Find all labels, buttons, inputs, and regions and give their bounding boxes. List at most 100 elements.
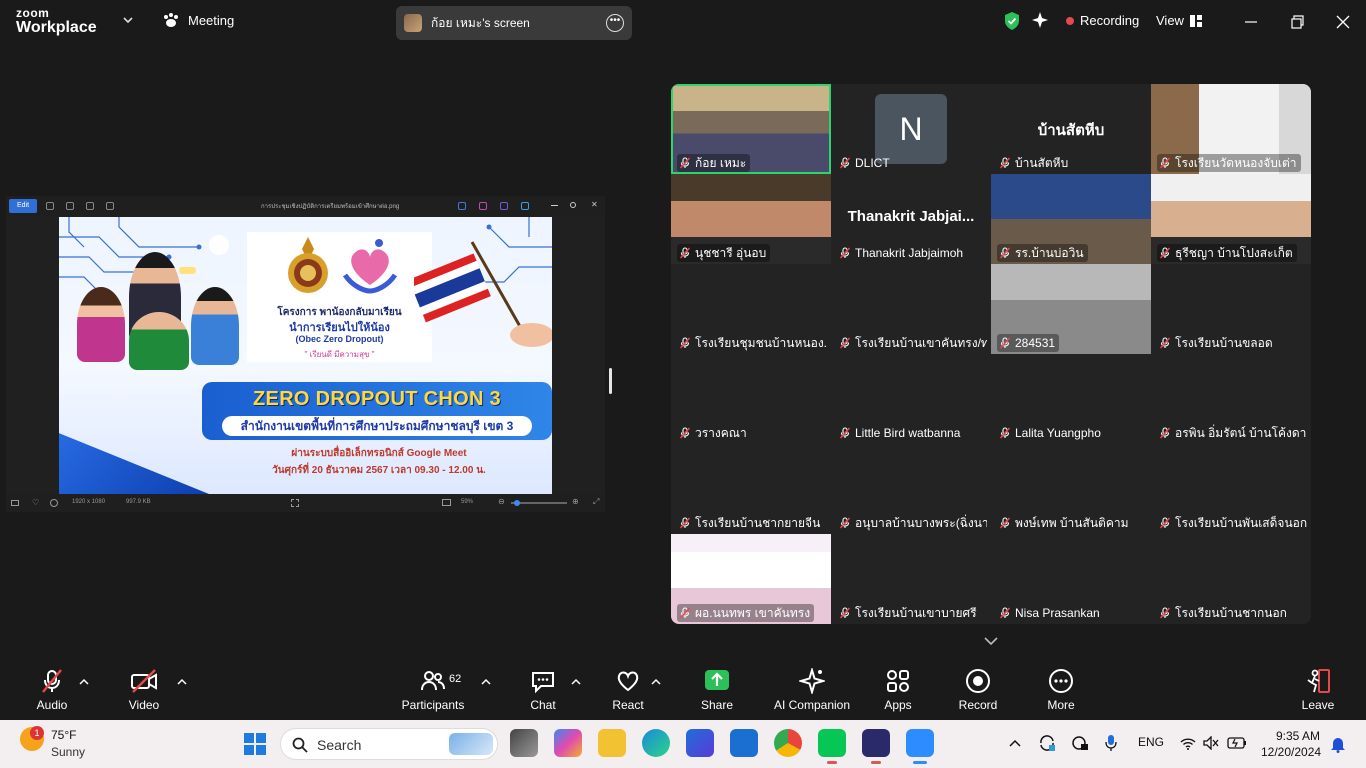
minimize-icon[interactable] [1239,10,1263,34]
participants-caret-icon[interactable] [481,678,491,686]
sync-icon[interactable] [1038,734,1056,752]
vpn-icon[interactable] [1071,735,1089,751]
favorite-icon[interactable] [86,202,94,210]
participant-tile[interactable]: อรพิน อิ่มรัตน์ บ้านโค้งดารา [1151,354,1311,444]
participant-tile[interactable]: ธุรีชญา บ้านโปงสะเก็ต [1151,174,1311,264]
gallery-next-page-icon[interactable] [983,633,999,649]
participant-tile[interactable]: Thanakrit Jabjai... Thanakrit Jabjaimoh [831,174,991,264]
participant-tile[interactable]: โรงเรียนวัดหนองจับเต่า [1151,84,1311,174]
volume-muted-icon[interactable] [1203,736,1219,750]
viewer-minimize-icon[interactable] [551,205,558,206]
rotate-icon[interactable] [46,202,54,210]
ai-sparkle-icon[interactable] [1031,11,1049,29]
copilot-icon[interactable] [554,729,582,757]
audio-button[interactable]: Audio [12,668,92,712]
meeting-button[interactable]: Meeting [162,12,234,28]
participant-tile[interactable]: N DLICT [831,84,991,174]
view-button[interactable]: View [1156,13,1202,28]
participant-tile[interactable]: นุชชารี อุ่นอบ [671,174,831,264]
more-options-icon[interactable]: ••• [606,14,624,32]
participant-tile[interactable]: โรงเรียนบ้านชากยายจีน [671,444,831,534]
wifi-icon[interactable] [1180,737,1196,750]
recording-indicator[interactable]: Recording [1066,13,1139,28]
microphone-icon[interactable] [1104,734,1118,752]
participant-tile[interactable]: Lalita Yuangpho [991,354,1151,444]
audio-caret-icon[interactable] [79,678,89,686]
info-icon[interactable] [50,499,58,507]
weather-condition[interactable]: Sunny [51,745,85,759]
clock-date[interactable]: 12/20/2024 [1261,745,1321,759]
participant-tile[interactable]: โรงเรียนบ้านเขาคันทรง/ท... [831,264,991,354]
participant-tile[interactable]: อนุบาลบ้านบางพระ(ฉิ่งนา... [831,444,991,534]
ai-companion-button[interactable]: AI Companion [762,668,862,712]
chevron-down-icon[interactable] [122,14,134,26]
react-button[interactable]: React [588,668,668,712]
edit-button[interactable]: Edit [9,199,37,213]
tray-expand-icon[interactable] [1009,738,1021,748]
screen-share-indicator[interactable]: ก้อย เหมะ's screen ••• [396,6,632,40]
participant-tile[interactable]: Nisa Prasankan [991,534,1151,624]
share-button[interactable]: Share [677,668,757,712]
react-caret-icon[interactable] [651,678,661,686]
zoom-in-icon[interactable]: ⊕ [572,497,579,506]
viewer-maximize-icon[interactable] [570,202,576,208]
leave-button[interactable]: Leave [1278,668,1358,712]
zoom-app-icon[interactable] [906,729,934,757]
zoom-slider-thumb[interactable] [514,500,520,506]
fit-icon[interactable] [291,499,299,507]
taskbar-search-input[interactable]: Search [280,728,498,760]
cloud-icon[interactable] [521,202,529,210]
task-view-icon[interactable] [510,729,538,757]
file-explorer-icon[interactable] [598,729,626,757]
chat-button[interactable]: Chat [503,668,583,712]
windows-start-icon[interactable] [244,733,266,755]
store-icon[interactable] [686,729,714,757]
battery-icon[interactable] [1227,737,1247,749]
participant-tile[interactable]: พงษ์เทพ บ้านสันติคาม [991,444,1151,534]
slideshow-icon[interactable] [442,499,451,506]
participant-tile[interactable]: โรงเรียนบ้านขลอด [1151,264,1311,354]
meeting-label: Meeting [188,12,235,28]
input-language[interactable]: ENG [1138,735,1164,749]
chrome-icon[interactable] [774,729,802,757]
participant-tile[interactable]: โรงเรียนชุมชนบ้านหนอง... [671,264,831,354]
outlook-icon[interactable] [730,729,758,757]
zoom-out-icon[interactable]: ⊖ [498,497,505,506]
participant-tile[interactable]: โรงเรียนบ้านชากนอก [1151,534,1311,624]
restore-icon[interactable] [1285,10,1309,34]
apps-button[interactable]: Apps [858,668,938,712]
participant-tile[interactable]: ก้อย เหมะ [671,84,831,174]
participant-tile[interactable]: วรางคณา [671,354,831,444]
filmstrip-icon[interactable] [11,500,19,506]
weather-temp[interactable]: 75°F [51,728,76,742]
edge-icon[interactable] [642,729,670,757]
participant-tile[interactable]: รร.บ้านบ่อวิน [991,174,1151,264]
participant-tile[interactable]: โรงเรียนบ้านเขาบายศรี [831,534,991,624]
app-icon[interactable] [500,202,508,210]
participant-tile[interactable]: โรงเรียนบ้านพันเสด็จนอก [1151,444,1311,534]
video-caret-icon[interactable] [177,678,187,686]
heart-icon[interactable]: ♡ [32,498,39,507]
more-button[interactable]: More [1021,668,1101,712]
shield-check-icon[interactable] [1003,11,1021,31]
notification-bell-icon[interactable] [1330,735,1346,753]
split-drag-handle[interactable] [609,368,612,394]
chat-caret-icon[interactable] [571,678,581,686]
webex-icon[interactable] [862,729,890,757]
participant-tile[interactable]: Little Bird watbanna [831,354,991,444]
line-app-icon[interactable] [818,729,846,757]
fullscreen-icon[interactable]: ⤢ [593,497,599,507]
clock-time[interactable]: 9:35 AM [1276,729,1320,743]
share-file-icon[interactable] [106,202,114,210]
delete-icon[interactable] [66,202,74,210]
participant-tile[interactable]: บ้านสัตหีบ บ้านสัตหีบ [991,84,1151,174]
record-button[interactable]: Record [938,668,1018,712]
close-icon[interactable] [1331,10,1355,34]
viewer-close-icon[interactable]: ✕ [591,200,598,209]
shared-screen[interactable]: Edit การประชุมเชิงปฏิบัติการเตรียมพร้อมเ… [6,196,605,512]
participant-tile[interactable]: ผอ.นนทพร เขาคันทรง [671,534,831,624]
participant-tile[interactable]: 284531 [991,264,1151,354]
video-button[interactable]: Video [104,668,184,712]
app-icon[interactable] [479,202,487,210]
app-icon[interactable] [458,202,466,210]
